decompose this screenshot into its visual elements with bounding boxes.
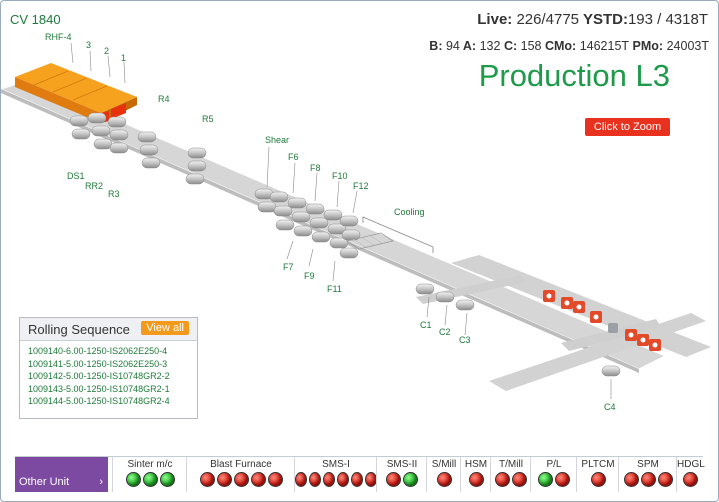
label-c2: C2 <box>439 327 451 337</box>
status-lights <box>619 472 677 487</box>
unit-label: HDGL <box>677 459 705 470</box>
status-light-red-icon <box>468 472 484 487</box>
label-cooling: Cooling <box>394 207 425 217</box>
label-f9: F9 <box>304 271 315 281</box>
label-r5: R5 <box>202 114 214 124</box>
unit-status-spm[interactable]: SPM <box>618 457 677 492</box>
label-c4: C4 <box>604 402 616 412</box>
view-all-button[interactable]: View all <box>141 321 189 335</box>
list-item[interactable]: 1009140-6.00-1250-IS2062E250-4 <box>28 345 197 358</box>
list-item[interactable]: 1009143-5.00-1250-IS10748GR2-1 <box>28 383 197 396</box>
status-lights <box>113 472 187 487</box>
unit-label: S/Mill <box>431 459 457 470</box>
rolling-sequence-title: Rolling Sequence <box>28 322 130 337</box>
unit-label: SMS-I <box>322 459 350 470</box>
status-light-red-icon <box>337 472 349 487</box>
label-f6: F6 <box>288 152 299 162</box>
status-light-red-icon <box>640 472 656 487</box>
status-light-red-icon <box>512 472 527 487</box>
rolling-sequence-header: Rolling Sequence View all <box>20 318 197 341</box>
status-light-red-icon <box>250 472 266 487</box>
status-light-red-icon <box>555 472 570 487</box>
status-light-red-icon <box>267 472 283 487</box>
label-zone-1: 1 <box>121 53 126 63</box>
unit-label: Blast Furnace <box>210 459 272 470</box>
unit-label: PLTCM <box>581 459 615 470</box>
status-light-red-icon <box>623 472 639 487</box>
status-light-green-icon <box>403 472 418 487</box>
unit-status-s-mill[interactable]: S/Mill <box>426 457 461 492</box>
label-rhf-4: RHF-4 <box>45 32 72 42</box>
unit-label: HSM <box>464 459 488 470</box>
status-light-red-icon <box>386 472 401 487</box>
unit-status-sms-ii[interactable]: SMS-II <box>376 457 427 492</box>
label-f10: F10 <box>332 171 348 181</box>
status-light-red-icon <box>436 472 452 487</box>
status-light-red-icon <box>590 472 606 487</box>
unit-status-p-l[interactable]: P/L <box>530 457 577 492</box>
unit-status-sinter-m-c[interactable]: Sinter m/c <box>112 457 187 492</box>
label-f11: F11 <box>327 284 342 294</box>
label-f12: F12 <box>353 181 369 191</box>
status-light-red-icon <box>657 472 673 487</box>
unit-label: Sinter m/c <box>127 459 173 470</box>
list-item[interactable]: 1009141-5.00-1250-IS2062E250-3 <box>28 358 197 371</box>
zoom-button[interactable]: Click to Zoom <box>585 118 670 136</box>
list-item[interactable]: 1009142-5.00-1250-IS10748GR2-2 <box>28 370 197 383</box>
status-lights <box>531 472 577 487</box>
status-lights <box>187 472 295 487</box>
status-light-red-icon <box>233 472 249 487</box>
unit-label: SMS-II <box>386 459 418 470</box>
dashboard-frame: CV 1840 Live: 226/4775 YSTD:193 / 4318T … <box>0 0 719 502</box>
label-r3: R3 <box>108 189 120 199</box>
label-r4: R4 <box>158 94 170 104</box>
unit-label: SPM <box>637 459 659 470</box>
status-lights <box>377 472 427 487</box>
unit-label: P/L <box>546 459 562 470</box>
status-light-red-icon <box>323 472 335 487</box>
status-light-red-icon <box>216 472 232 487</box>
status-lights <box>461 472 491 487</box>
label-c1: C1 <box>420 320 432 330</box>
label-zone-2: 2 <box>104 46 109 56</box>
unit-status-t-mill[interactable]: T/Mill <box>490 457 531 492</box>
status-light-red-icon <box>683 472 698 487</box>
unit-status-sms-i[interactable]: SMS-I <box>294 457 377 492</box>
status-light-red-icon <box>351 472 363 487</box>
status-light-red-icon <box>495 472 510 487</box>
other-unit-label: Other Unit <box>19 476 70 488</box>
status-lights <box>427 472 461 487</box>
chevron-right-icon: › <box>99 476 103 488</box>
unit-status-pltcm[interactable]: PLTCM <box>576 457 619 492</box>
status-light-green-icon <box>125 472 141 487</box>
status-lights <box>295 472 377 487</box>
status-light-green-icon <box>159 472 175 487</box>
label-zone-3: 3 <box>86 40 91 50</box>
unit-label: T/Mill <box>499 459 523 470</box>
label-f8: F8 <box>310 163 321 173</box>
status-light-red-icon <box>309 472 321 487</box>
other-unit-button[interactable]: Other Unit › <box>15 457 108 492</box>
status-lights <box>577 472 619 487</box>
unit-status-bar: Other Unit › Sinter m/c Blast Furnace SMS-… <box>15 456 705 493</box>
label-rr2: RR2 <box>85 181 103 191</box>
rolling-sequence-list: 1009140-6.00-1250-IS2062E250-4 1009141-5… <box>20 341 197 408</box>
status-light-green-icon <box>538 472 553 487</box>
unit-status-hsm[interactable]: HSM <box>460 457 491 492</box>
unit-status-blast-furnace[interactable]: Blast Furnace <box>186 457 295 492</box>
label-c3: C3 <box>459 335 471 345</box>
unit-status-hdgl[interactable]: HDGL <box>676 457 705 492</box>
status-lights <box>677 472 704 487</box>
status-light-red-icon <box>199 472 215 487</box>
label-f7: F7 <box>283 262 294 272</box>
label-ds1: DS1 <box>67 171 85 181</box>
rolling-sequence-panel: Rolling Sequence View all 1009140-6.00-1… <box>19 317 198 419</box>
status-light-green-icon <box>142 472 158 487</box>
label-shear: Shear <box>265 135 289 145</box>
list-item[interactable]: 1009144-5.00-1250-IS10748GR2-4 <box>28 395 197 408</box>
status-light-red-icon <box>295 472 307 487</box>
cooler-branch-lower <box>489 313 706 391</box>
status-lights <box>491 472 531 487</box>
